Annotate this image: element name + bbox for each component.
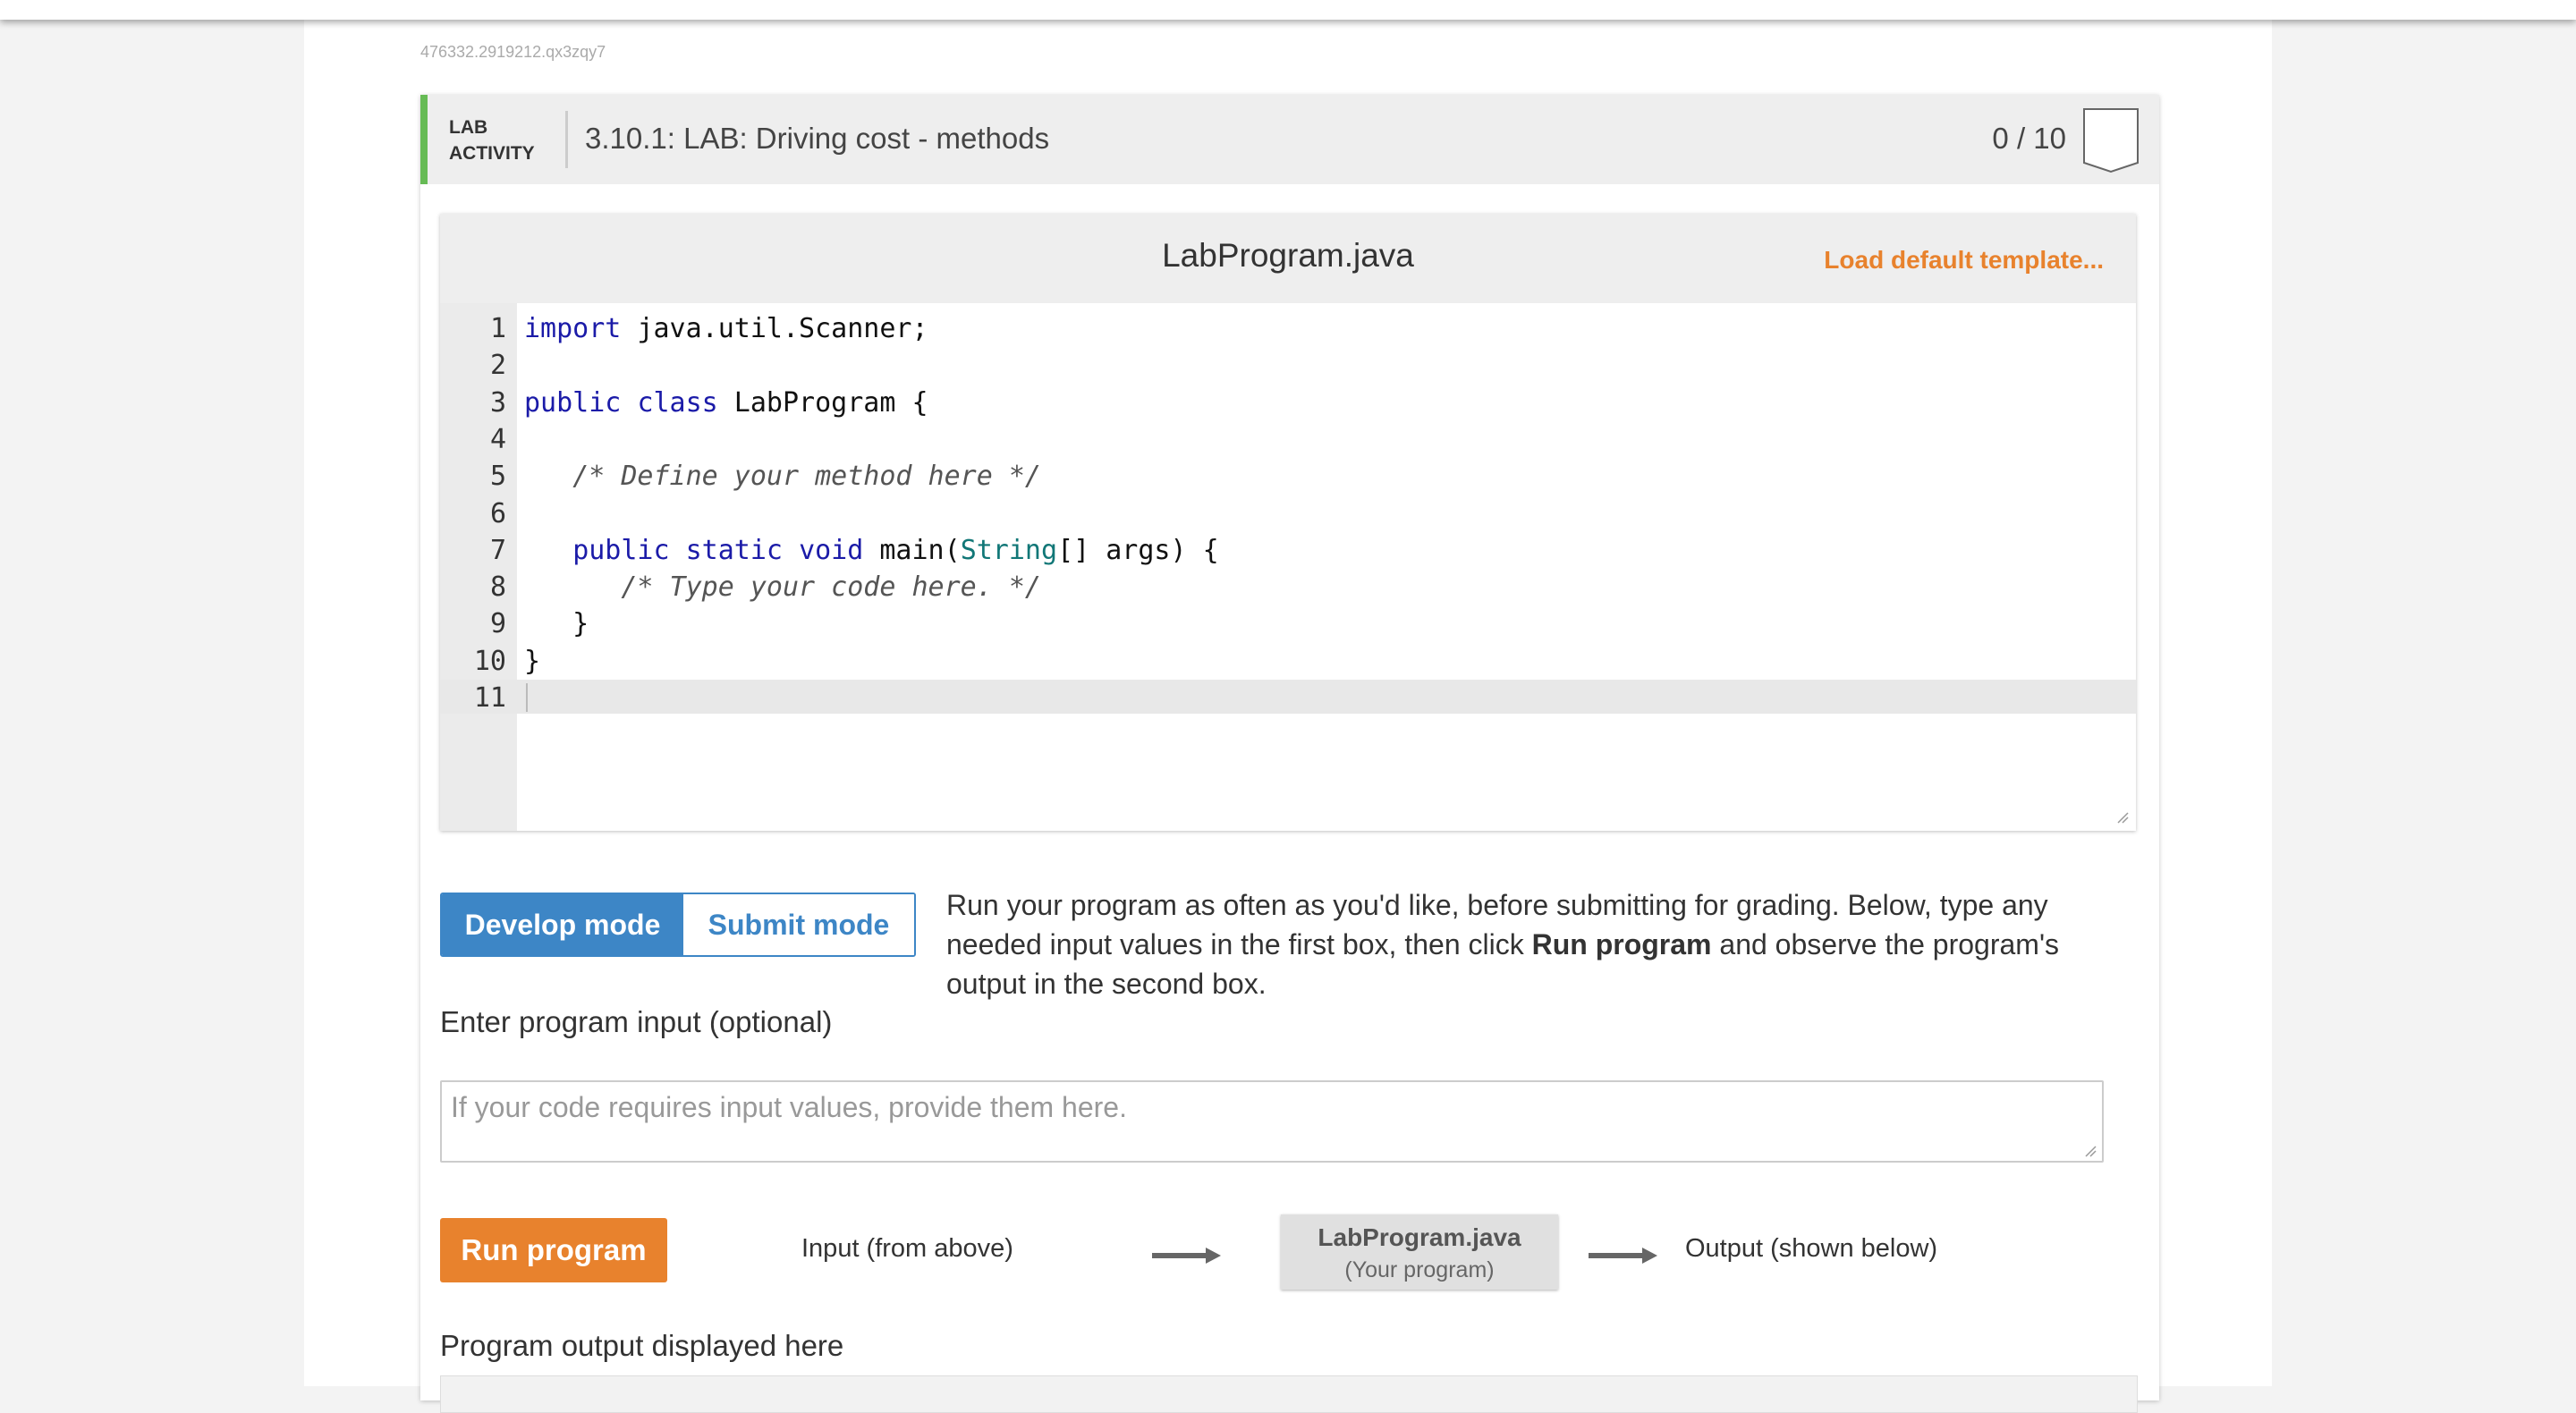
- lab-label-line2: ACTIVITY: [449, 143, 535, 164]
- code-text: }: [524, 645, 541, 677]
- line-number: 10: [473, 645, 506, 677]
- code-line: 10}: [440, 645, 2136, 679]
- code-text: /* Define your method here */: [572, 461, 1041, 493]
- right-arrow-icon: [1152, 1248, 1221, 1264]
- code-line: 5 /* Define your method here */: [440, 460, 2136, 494]
- lab-label-line1: LAB: [449, 117, 488, 138]
- lab-title: 3.10.1: LAB: Driving cost - methods: [585, 122, 1050, 155]
- line-number: 11: [473, 682, 506, 714]
- code-line: 8 /* Type your code here. */: [440, 571, 2136, 605]
- line-number: 2: [489, 350, 506, 382]
- line-number: 6: [489, 497, 506, 529]
- top-bar: [0, 0, 2576, 20]
- code-line: 2: [440, 349, 2136, 383]
- submit-mode-button[interactable]: Submit mode: [683, 894, 914, 955]
- load-default-template-link[interactable]: Load default template...: [1824, 246, 2104, 275]
- line-number: 8: [489, 571, 506, 604]
- lab-header: LAB ACTIVITY 3.10.1: LAB: Driving cost -…: [420, 95, 2159, 184]
- score: 0 / 10: [1992, 122, 2066, 155]
- code-line: 4: [440, 423, 2136, 457]
- line-number: 4: [489, 423, 506, 455]
- code-text: public class LabProgram {: [524, 386, 928, 419]
- line-number: 7: [489, 534, 506, 566]
- develop-mode-button[interactable]: Develop mode: [442, 894, 683, 955]
- content-page: 476332.2919212.qx3zqy7 LAB ACTIVITY 3.10…: [304, 0, 2272, 1413]
- line-number: 5: [489, 461, 506, 493]
- right-arrow-icon: [1589, 1248, 1657, 1264]
- code-line: 7 public static void main(String[] args)…: [440, 534, 2136, 568]
- program-box-name: LabProgram.java: [1318, 1223, 1521, 1251]
- resize-handle-icon[interactable]: [2084, 1145, 2097, 1157]
- flow-input-label: Input (from above): [801, 1234, 1013, 1263]
- code-text: public static void main(String[] args) {: [572, 534, 1219, 566]
- header-divider: [565, 111, 568, 168]
- activity-id: 476332.2919212.qx3zqy7: [420, 43, 606, 61]
- code-line: 1 import java.util.Scanner;: [440, 312, 2136, 346]
- lab-activity-label: LAB ACTIVITY: [449, 114, 556, 166]
- code-line: 3 public class LabProgram {: [440, 386, 2136, 420]
- editor-header: LabProgram.java Load default template...: [440, 214, 2136, 303]
- run-program-button[interactable]: Run program: [440, 1218, 667, 1282]
- input-label: Enter program input (optional): [440, 1005, 833, 1038]
- mode-toggle: Develop mode Submit mode: [440, 893, 916, 957]
- program-input-field[interactable]: If your code requires input values, prov…: [440, 1080, 2104, 1163]
- line-number: 3: [489, 386, 506, 419]
- lab-activity-card: LAB ACTIVITY 3.10.1: LAB: Driving cost -…: [420, 95, 2159, 1413]
- resize-handle-icon[interactable]: [2116, 811, 2129, 824]
- program-box: LabProgram.java (Your program): [1281, 1214, 1558, 1290]
- description-run-program: Run program: [1531, 928, 1712, 960]
- mode-description: Run your program as often as you'd like,…: [946, 885, 2145, 1003]
- output-label: Program output displayed here: [440, 1329, 844, 1362]
- code-line: 9 }: [440, 607, 2136, 641]
- code-text: import java.util.Scanner;: [524, 313, 928, 344]
- program-box-subtitle: (Your program): [1344, 1257, 1495, 1282]
- code-text: /* Type your code here. */: [621, 571, 1041, 604]
- completion-badge-icon: [2083, 108, 2139, 173]
- input-placeholder: If your code requires input values, prov…: [451, 1091, 1127, 1123]
- program-output-area: [440, 1375, 2138, 1413]
- text-cursor: [526, 683, 528, 712]
- line-number: 9: [489, 608, 506, 640]
- line-number: 1: [489, 313, 506, 344]
- code-editor: LabProgram.java Load default template...…: [440, 214, 2136, 831]
- flow-output-label: Output (shown below): [1685, 1234, 1938, 1263]
- code-line: 6: [440, 497, 2136, 531]
- code-text: }: [524, 608, 589, 640]
- code-line: 11: [440, 681, 2136, 715]
